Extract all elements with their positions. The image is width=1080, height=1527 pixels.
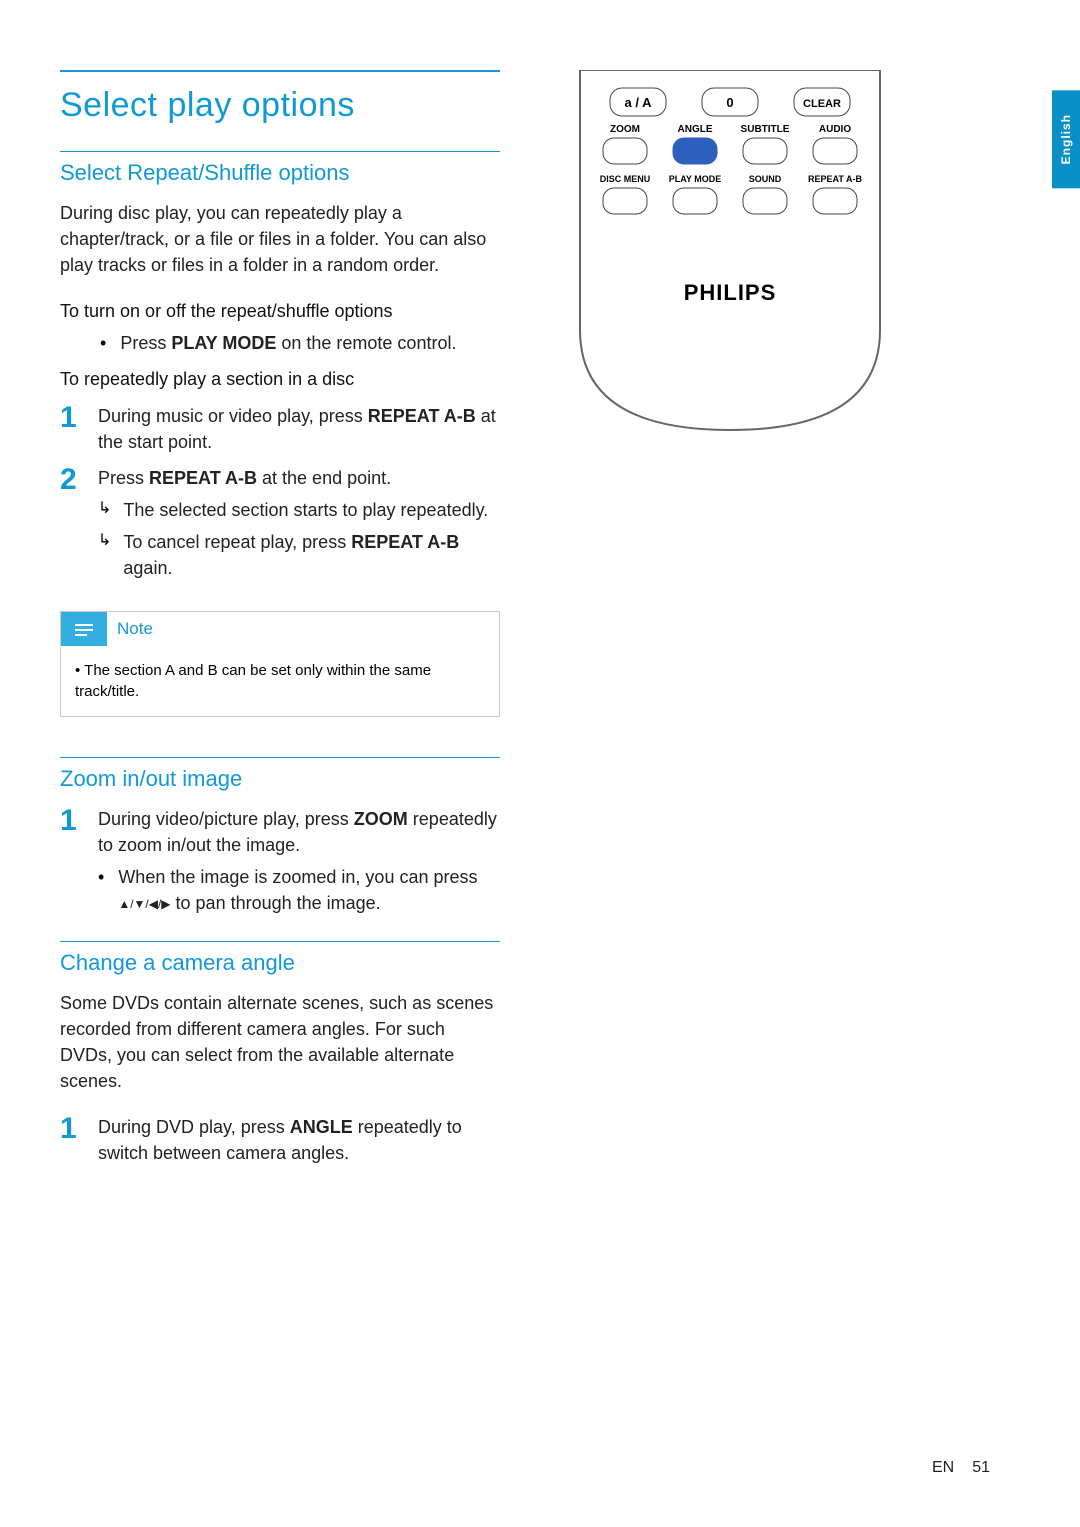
rule-section (60, 941, 500, 942)
rule-section (60, 757, 500, 758)
bullet-dot-icon: • (100, 330, 106, 356)
note-body: The section A and B can be set only with… (61, 646, 499, 716)
note-title: Note (117, 619, 153, 639)
step-text: Press REPEAT A-B at the end point. (98, 465, 500, 491)
remote-btn-0: 0 (726, 95, 733, 110)
step-number: 1 (60, 403, 82, 433)
page-content: Select play options Select Repeat/Shuffl… (0, 0, 1080, 1236)
rule-top (60, 70, 500, 72)
heading-repeat-shuffle: Select Repeat/Shuffle options (60, 160, 500, 186)
note-icon (61, 612, 107, 646)
sub-text: To cancel repeat play, press REPEAT A-B … (123, 529, 500, 581)
remote-label-playmode: PLAY MODE (669, 174, 722, 184)
rule-section (60, 151, 500, 152)
step-number: 1 (60, 1114, 82, 1144)
bullet-dot-icon: • (98, 864, 104, 890)
remote-label-audio: AUDIO (819, 124, 851, 135)
subheading-toggle: To turn on or off the repeat/shuffle opt… (60, 298, 500, 324)
nav-arrows-icon: ▲/▼/◀/▶ (118, 896, 170, 913)
note-header: Note (61, 612, 499, 646)
remote-btn-aA: a / A (625, 95, 653, 110)
bullet-play-mode: • Press PLAY MODE on the remote control. (100, 330, 500, 356)
heading-zoom: Zoom in/out image (60, 766, 500, 792)
note-box: Note The section A and B can be set only… (60, 611, 500, 717)
left-column: Select play options Select Repeat/Shuffl… (60, 70, 500, 1176)
remote-label-repeatab: REPEAT A-B (808, 174, 863, 184)
step-text: During music or video play, press REPEAT… (98, 403, 500, 455)
footer-lang: EN (932, 1459, 954, 1477)
bullet-text: When the image is zoomed in, you can pre… (118, 864, 500, 916)
remote-illustration: a / A 0 CLEAR ZOOM ANGLE SUBTITLE AUDIO … (570, 70, 890, 440)
step-1-repeat: 1 During music or video play, press REPE… (60, 403, 500, 455)
remote-label-sound: SOUND (749, 174, 782, 184)
remote-label-discmenu: DISC MENU (600, 174, 651, 184)
step-2-repeat: 2 Press REPEAT A-B at the end point. ↳ T… (60, 465, 500, 587)
page-title: Select play options (60, 86, 500, 125)
sub-result-2: ↳ To cancel repeat play, press REPEAT A-… (98, 529, 500, 581)
step-1-zoom: 1 During video/picture play, press ZOOM … (60, 806, 500, 922)
step-number: 1 (60, 806, 82, 836)
heading-angle: Change a camera angle (60, 950, 500, 976)
result-arrow-icon: ↳ (98, 529, 111, 553)
result-arrow-icon: ↳ (98, 497, 111, 521)
footer-page-number: 51 (972, 1459, 990, 1477)
step-1-angle: 1 During DVD play, press ANGLE repeatedl… (60, 1114, 500, 1166)
step-number: 2 (60, 465, 82, 495)
note-text: The section A and B can be set only with… (75, 660, 485, 702)
bullet-pan: • When the image is zoomed in, you can p… (98, 864, 500, 916)
sub-text: The selected section starts to play repe… (123, 497, 488, 523)
subheading-section: To repeatedly play a section in a disc (60, 366, 500, 392)
paragraph-angle-intro: Some DVDs contain alternate scenes, such… (60, 990, 500, 1094)
language-tab: English (1052, 90, 1080, 188)
page-footer: EN 51 (932, 1459, 990, 1477)
sub-result-1: ↳ The selected section starts to play re… (98, 497, 500, 523)
remote-brand: PHILIPS (684, 280, 777, 305)
remote-label-subtitle: SUBTITLE (741, 124, 790, 135)
right-column: a / A 0 CLEAR ZOOM ANGLE SUBTITLE AUDIO … (570, 70, 910, 1176)
step-text: During video/picture play, press ZOOM re… (98, 806, 500, 858)
step-text: During DVD play, press ANGLE repeatedly … (98, 1114, 500, 1166)
remote-label-zoom: ZOOM (610, 124, 640, 135)
remote-btn-clear: CLEAR (803, 98, 841, 110)
bullet-text: Press PLAY MODE on the remote control. (120, 330, 456, 356)
paragraph-repeat-intro: During disc play, you can repeatedly pla… (60, 200, 500, 278)
remote-label-angle: ANGLE (678, 124, 713, 135)
